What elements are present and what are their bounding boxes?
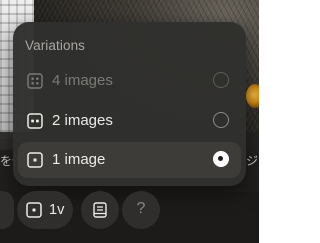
- screen: を作 ジ Variations 4 images 2 images 1 imag…: [0, 0, 259, 243]
- option-label: 1 image: [52, 151, 106, 168]
- variation-count-label: 1v: [49, 202, 65, 218]
- option-label: 4 images: [52, 72, 113, 89]
- help-button[interactable]: ?: [122, 191, 160, 229]
- document-icon: [93, 202, 107, 218]
- toolbar-partial-button[interactable]: [0, 191, 14, 229]
- option-4-images[interactable]: 4 images: [18, 63, 241, 99]
- background-creature-eye: [246, 84, 259, 108]
- prompt-guide-button[interactable]: [81, 191, 119, 229]
- option-2-images[interactable]: 2 images: [18, 103, 241, 139]
- grid-2-icon: [27, 113, 43, 129]
- background-prompt-text-right: ジ: [246, 154, 259, 168]
- option-1-image[interactable]: 1 image: [18, 142, 241, 178]
- popover-title: Variations: [25, 38, 86, 53]
- single-image-icon: [27, 152, 43, 168]
- option-label: 2 images: [52, 112, 113, 129]
- radio-button[interactable]: [213, 112, 229, 128]
- variation-count-button[interactable]: 1v: [17, 191, 73, 229]
- radio-button[interactable]: [213, 72, 229, 88]
- grid-4-icon: [27, 73, 43, 89]
- radio-button-selected[interactable]: [213, 151, 229, 167]
- help-icon: ?: [136, 200, 146, 217]
- variations-popover: Variations 4 images 2 images 1 image: [13, 22, 246, 186]
- single-image-icon: [26, 202, 42, 218]
